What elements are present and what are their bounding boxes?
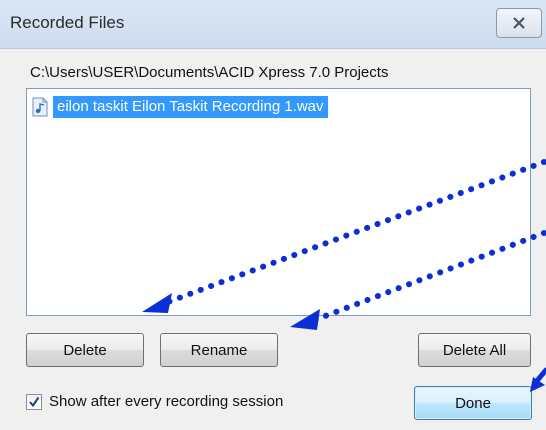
close-button[interactable] — [496, 8, 542, 38]
wav-audio-file-icon — [31, 97, 49, 117]
title-bar: Recorded Files — [0, 0, 546, 49]
annotation-arrow-to-done — [530, 367, 546, 392]
folder-path-label: C:\Users\USER\Documents\ACID Xpress 7.0 … — [30, 64, 389, 81]
checkmark-icon — [29, 396, 40, 407]
delete-button[interactable]: Delete — [26, 333, 144, 367]
close-icon — [513, 17, 525, 29]
rename-button[interactable]: Rename — [160, 333, 278, 367]
file-name: eilon taskit Eilon Taskit Recording 1.wa… — [53, 96, 328, 118]
show-after-session-option[interactable]: Show after every recording session — [26, 393, 283, 410]
show-after-session-checkbox[interactable] — [26, 393, 42, 410]
list-item[interactable]: eilon taskit Eilon Taskit Recording 1.wa… — [31, 96, 328, 118]
recorded-files-list[interactable]: eilon taskit Eilon Taskit Recording 1.wa… — [26, 88, 531, 316]
done-button[interactable]: Done — [414, 386, 532, 420]
delete-all-button[interactable]: Delete All — [418, 333, 531, 367]
show-after-session-label: Show after every recording session — [49, 393, 284, 410]
window-title: Recorded Files — [10, 13, 125, 32]
